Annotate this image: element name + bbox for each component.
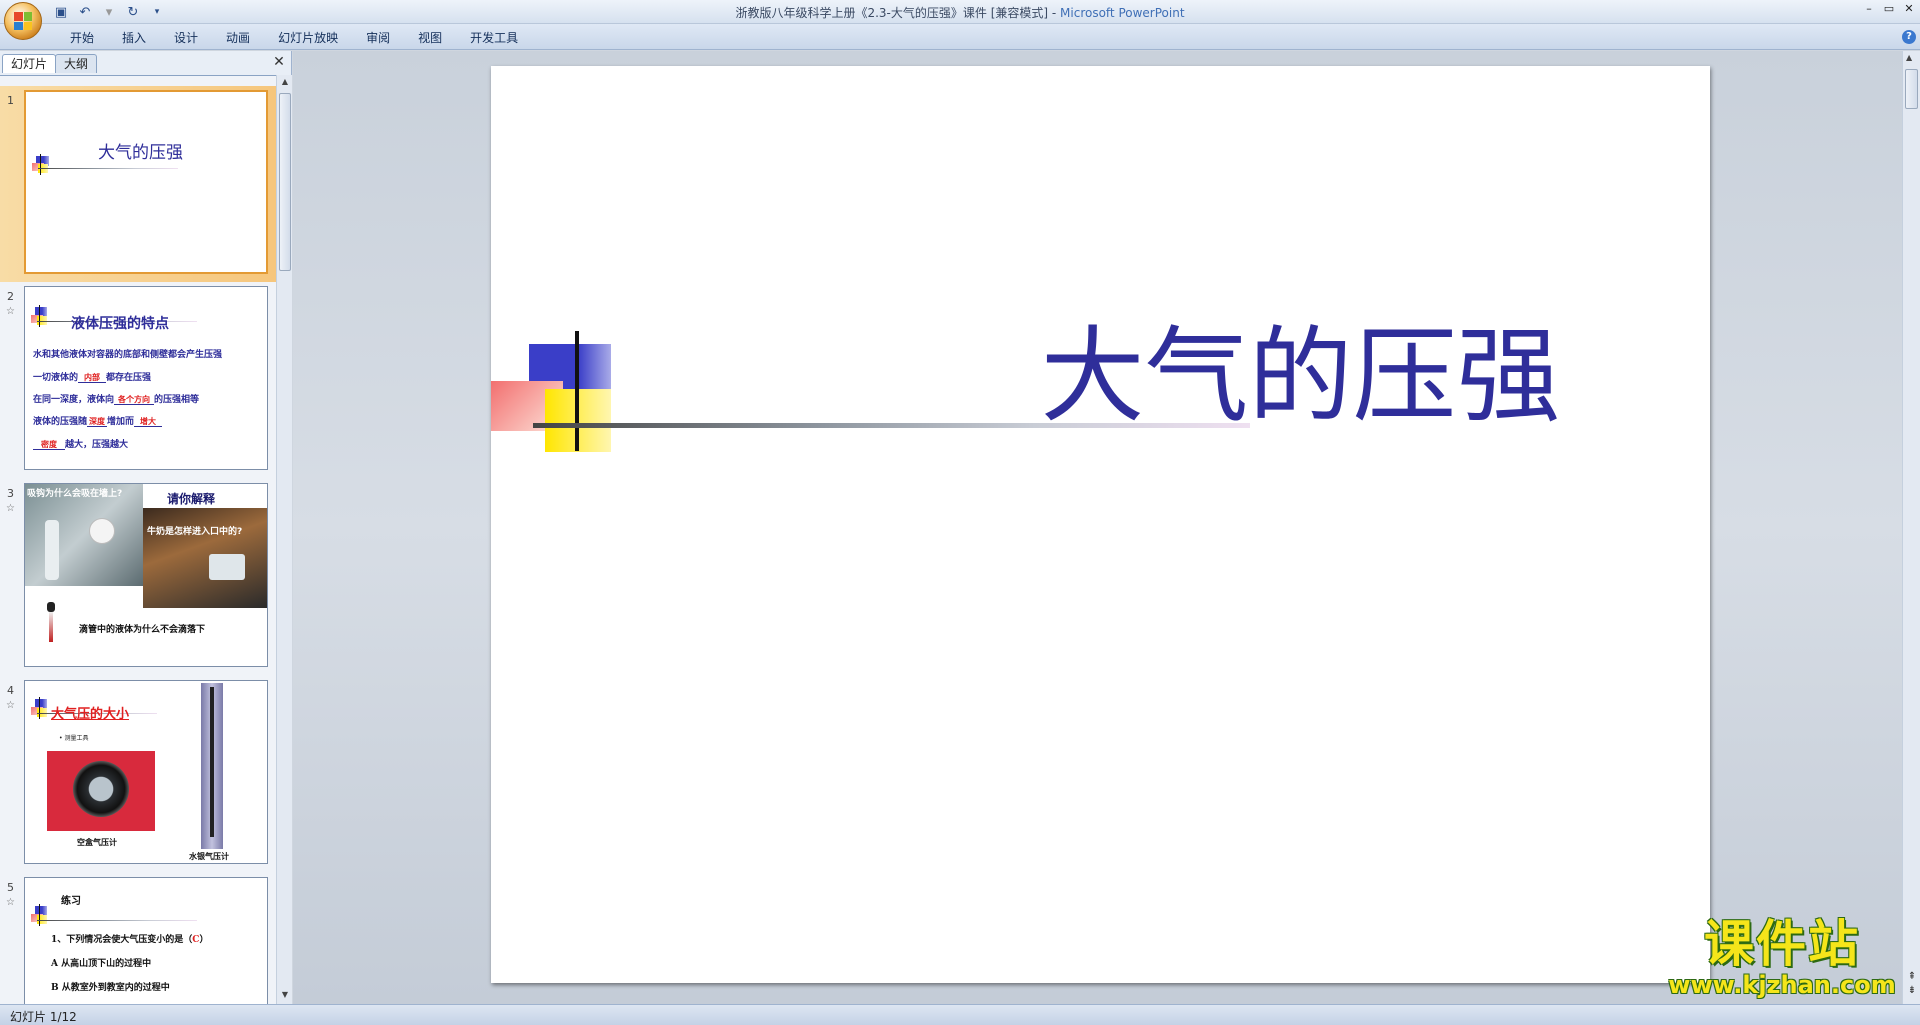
scroll-up-icon[interactable]: ▲ [1906,53,1912,62]
slide-4-label-right: 水银气压计 [189,851,229,861]
close-pane-icon[interactable]: ✕ [272,55,286,69]
slide-4-bullet: • 测量工具 [59,735,89,742]
pane-tabs: 幻灯片 大纲 [2,54,98,73]
tab-view[interactable]: 视图 [404,29,456,47]
tab-design[interactable]: 设计 [160,29,212,47]
slide-2-line-2: 一切液体的 内部 都存在压强 [33,372,152,383]
slide-2-preview: 液体压强的特点 水和其他液体对容器的底部和侧壁都会产生压强 一切液体的 内部 都存在… [24,286,268,470]
slide-number: 2 [7,290,14,303]
scrollbar-thumb[interactable] [1905,69,1918,109]
slide-3-title: 请你解释 [167,492,216,506]
milk-drinking-photo [143,508,267,608]
tab-animations[interactable]: 动画 [212,29,264,47]
slide-2-line-3: 在同一深度，液体向 各个方向 的压强相等 [33,394,200,405]
decorative-blocks [32,154,212,176]
slide-1-preview: 大气的压强 [24,90,268,274]
slide-thumbnail-1[interactable]: 1 大气的压强 [0,86,276,282]
scroll-down-icon[interactable]: ▼ [279,990,291,1002]
slide-thumbnail-2[interactable]: 2 ☆ 液体压强的特点 水和其他液体对容器的底部和侧壁都会产生压强 一切液体的内… [0,282,276,478]
slide-3-caption-bottom: 滴管中的液体为什么不会滴落下 [79,625,206,635]
ribbon-tabs: 开始 插入 设计 动画 幻灯片放映 审阅 视图 开发工具 [56,29,532,47]
previous-slide-icon[interactable]: ⇞ [1905,970,1919,984]
slides-pane: 幻灯片 大纲 ✕ 1 大气的压强 2 ☆ 液体压强的特点 水和其他液体对容器的底… [0,51,292,1004]
slide-3-caption-top: 吸钩为什么会吸在墙上? [27,489,123,499]
suction-hook-photo [25,484,143,586]
ribbon: 开始 插入 设计 动画 幻灯片放映 审阅 视图 开发工具 ? [0,24,1920,50]
scroll-up-icon[interactable]: ▲ [279,77,291,89]
page-nav-buttons: ⇞ ⇟ [1905,970,1919,998]
slide-editor: 大气的压强 [293,51,1902,1004]
tab-slideshow[interactable]: 幻灯片放映 [264,29,352,47]
slide-thumbnail-4[interactable]: 4 ☆ 大气压的大小 • 测量工具 空盒气压计 水银气压计 [0,676,276,872]
slide-2-line-1: 水和其他液体对容器的底部和侧壁都会产生压强 [33,350,223,360]
tab-review[interactable]: 审阅 [352,29,404,47]
tab-outline[interactable]: 大纲 [55,54,98,73]
slide-2-title: 液体压强的特点 [71,316,169,332]
slide-4-title: 大气压的大小 [51,707,130,722]
thumbnails-scrollbar[interactable]: ▲ ▼ [276,75,292,1004]
document-title: 浙教版八年级科学上册《2.3-大气的压强》课件 [兼容模式] - [735,6,1061,20]
slide-3-preview: 吸钩为什么会吸在墙上? 请你解释 牛奶是怎样进入口中的? 滴管中的液体为什么不会… [24,483,268,667]
animation-star-icon: ☆ [6,503,15,514]
dropper-image [47,602,55,642]
restore-icon[interactable]: ▭ [1882,2,1896,16]
office-logo-icon [14,12,32,30]
current-slide[interactable]: 大气的压强 [491,66,1710,983]
minimize-icon[interactable]: – [1862,2,1876,16]
window-controls: – ▭ ✕ [1862,2,1916,16]
mercury-barometer-photo [201,683,223,849]
decorative-blocks [491,331,1251,452]
close-icon[interactable]: ✕ [1902,2,1916,16]
slide-5-option-b: B 从教室外到教室内的过程中 [51,983,170,993]
slide-3-caption-mid: 牛奶是怎样进入口中的? [147,527,243,537]
slide-number: 1 [7,94,14,107]
next-slide-icon[interactable]: ⇟ [1905,984,1919,998]
watermark-url: www.kjzhan.com [1668,971,1896,999]
slide-counter: 幻灯片 1/12 [10,1010,77,1024]
tab-developer[interactable]: 开发工具 [456,29,532,47]
decorative-blocks [29,904,209,928]
slide-5-preview: 练习 1、下列情况会使大气压变小的是（C） A 从高山顶下山的过程中 B 从教室… [24,877,268,1004]
status-bar: 幻灯片 1/12 [0,1004,1920,1025]
slide-thumbnail-5[interactable]: 5 ☆ 练习 1、下列情况会使大气压变小的是（C） A 从高山顶下山的过程中 B… [0,873,276,1004]
slide-4-preview: 大气压的大小 • 测量工具 空盒气压计 水银气压计 [24,680,268,864]
slide-number: 4 [7,684,14,697]
tab-insert[interactable]: 插入 [108,29,160,47]
aneroid-barometer-photo [47,751,155,831]
slide-thumbnail-3[interactable]: 3 ☆ 吸钩为什么会吸在墙上? 请你解释 牛奶是怎样进入口中的? 滴管中的液体为… [0,479,276,675]
scrollbar-thumb[interactable] [279,93,291,271]
office-button[interactable] [4,2,42,40]
slide-5-title: 练习 [61,896,81,907]
slide-5-option-a: A 从高山顶下山的过程中 [51,959,152,969]
animation-star-icon: ☆ [6,700,15,711]
slide-2-line-4: 液体的压强随 深度 增加而 增大 [33,414,163,427]
window-title: 浙教版八年级科学上册《2.3-大气的压强》课件 [兼容模式] - Microso… [0,4,1920,21]
animation-star-icon: ☆ [6,897,15,908]
slide-4-label-left: 空盒气压计 [77,837,117,847]
tab-home[interactable]: 开始 [56,29,108,47]
editor-scrollbar[interactable]: ▲ ⇞ ⇟ [1902,51,1920,1004]
slide-number: 3 [7,487,14,500]
slide-2-line-5: 密度 越大，压强越大 [33,437,128,450]
watermark-text: 课件站 [1704,915,1860,973]
animation-star-icon: ☆ [6,306,15,317]
app-name: Microsoft PowerPoint [1060,6,1185,20]
help-icon[interactable]: ? [1902,30,1916,44]
slide-5-question: 1、下列情况会使大气压变小的是（C） [51,935,209,945]
title-bar: ▣ ↶ ▾ ↻ ▾ 浙教版八年级科学上册《2.3-大气的压强》课件 [兼容模式]… [0,0,1920,40]
watermark: 课件站 www.kjzhan.com [1666,917,1898,999]
slide-number: 5 [7,881,14,894]
slide-thumbnails: 1 大气的压强 2 ☆ 液体压强的特点 水和其他液体对容器的底部和侧壁都会产生压… [0,75,276,1004]
tab-slides[interactable]: 幻灯片 [2,54,57,73]
